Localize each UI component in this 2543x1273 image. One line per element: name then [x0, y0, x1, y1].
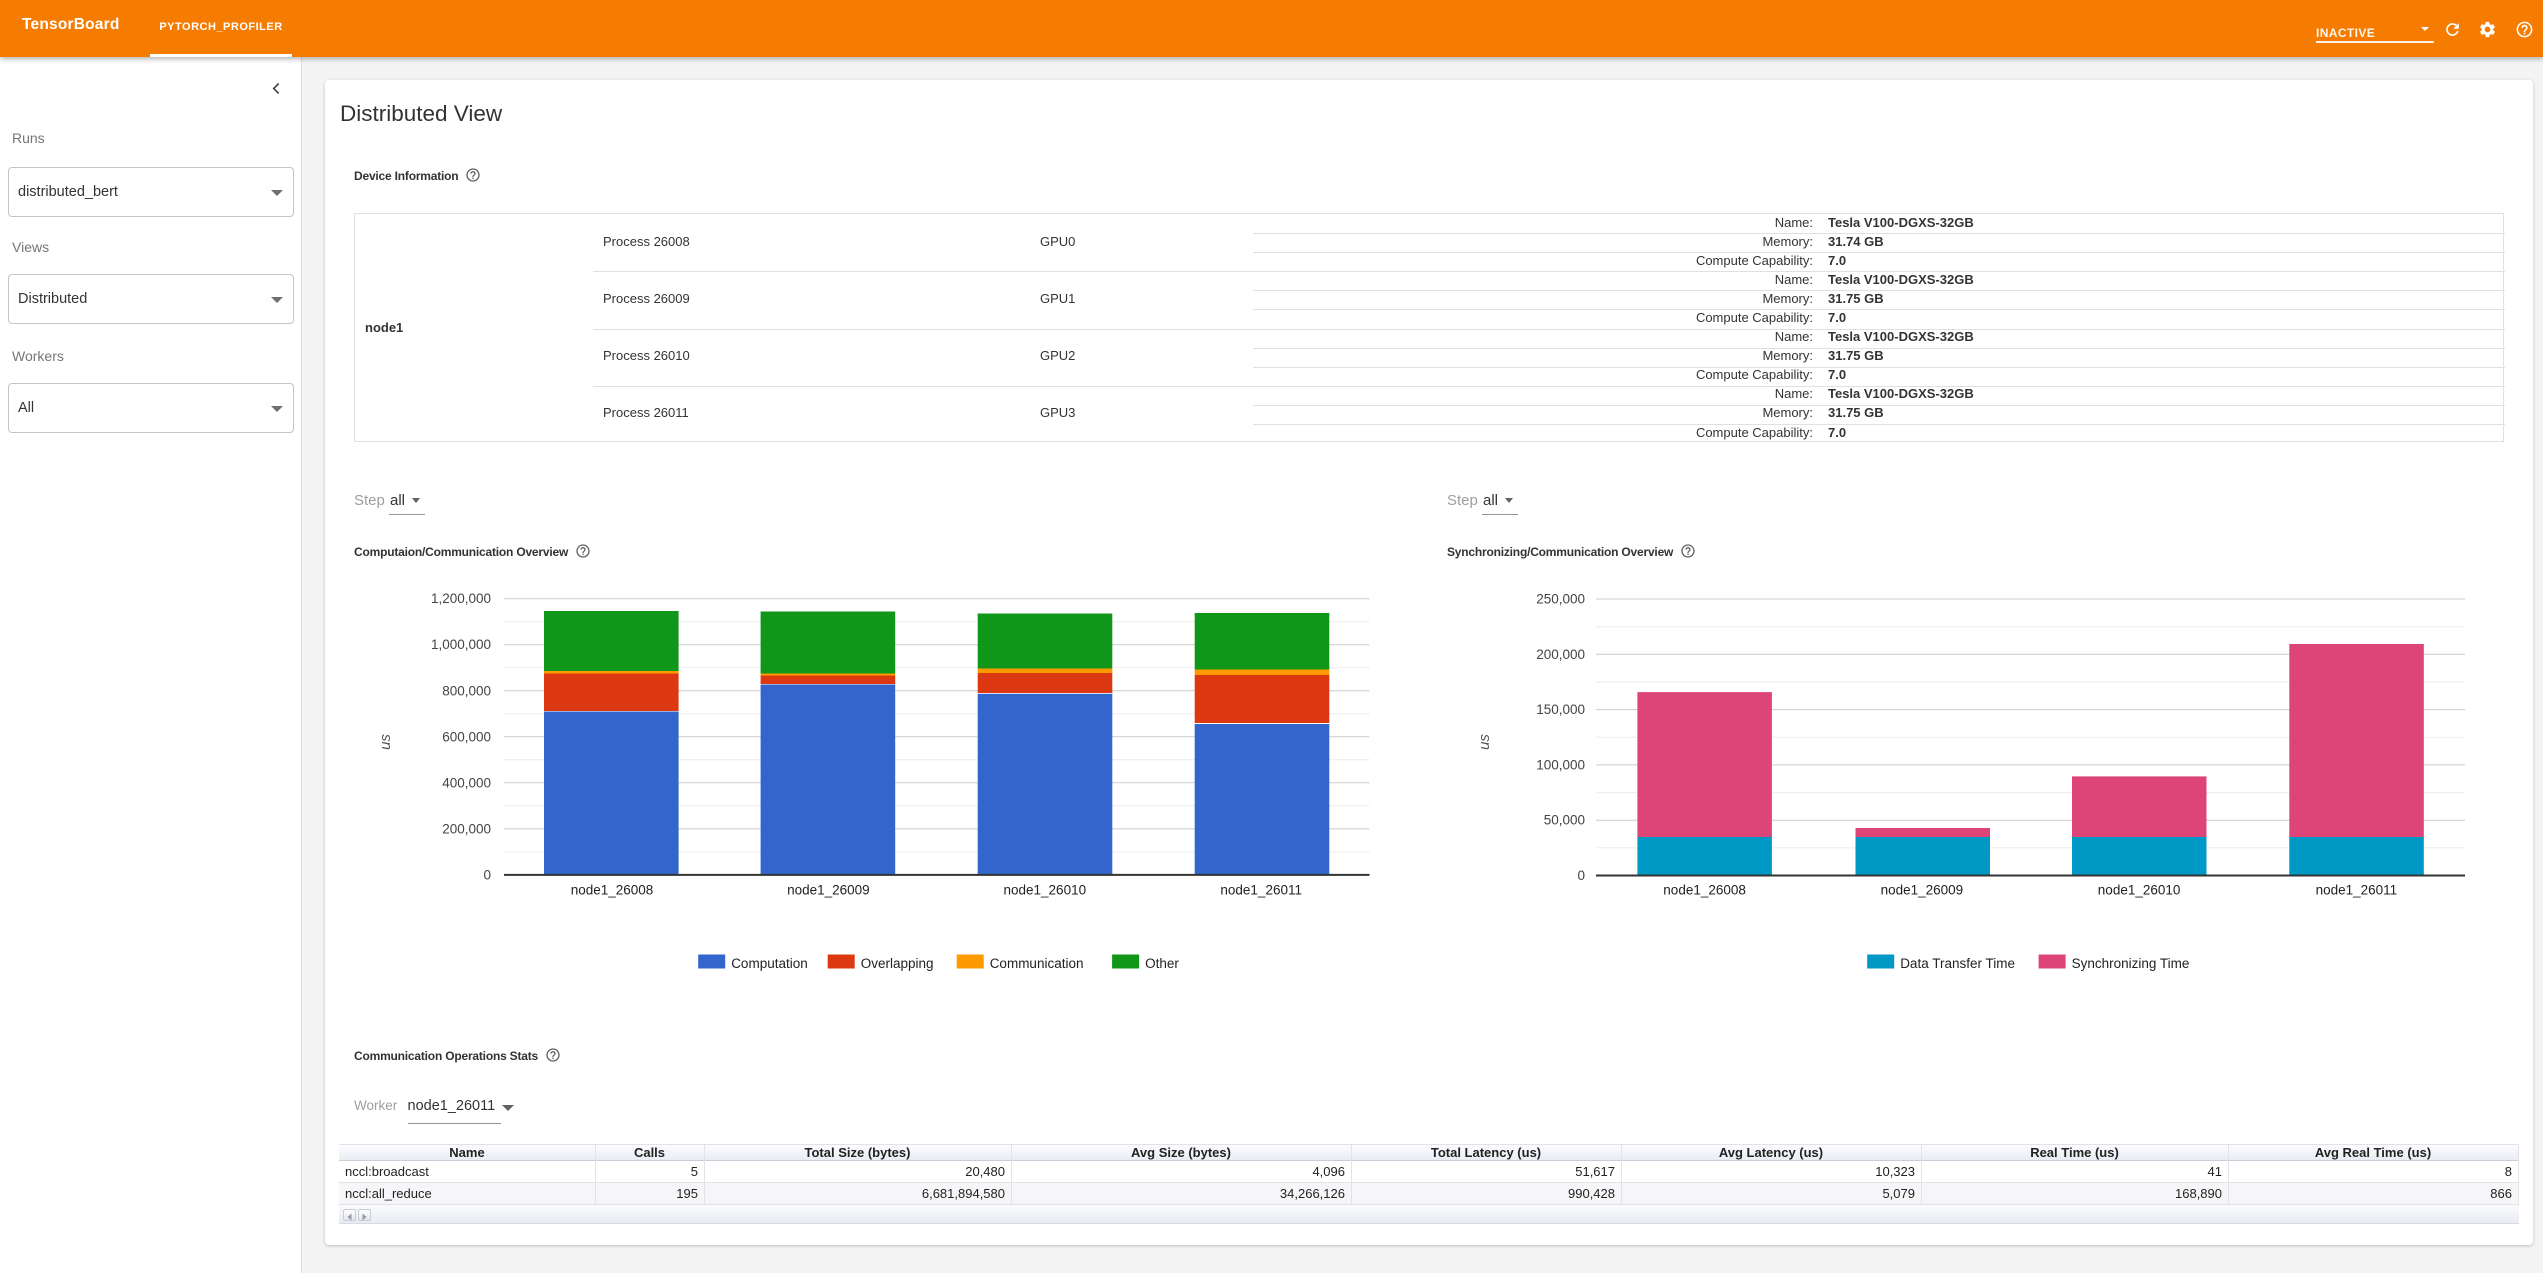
svg-text:250,000: 250,000 [1536, 592, 1585, 607]
svg-text:Other: Other [1145, 956, 1179, 971]
svg-text:800,000: 800,000 [442, 683, 491, 698]
svg-text:150,000: 150,000 [1536, 702, 1585, 717]
svg-text:node1_26008: node1_26008 [571, 883, 654, 898]
svg-text:us: us [377, 734, 394, 750]
svg-text:100,000: 100,000 [1536, 757, 1585, 772]
svg-text:200,000: 200,000 [442, 821, 491, 836]
svg-text:600,000: 600,000 [442, 729, 491, 744]
svg-text:1,200,000: 1,200,000 [431, 591, 491, 606]
svg-text:1,000,000: 1,000,000 [431, 637, 491, 652]
svg-text:node1_26010: node1_26010 [1004, 883, 1087, 898]
svg-text:Communication: Communication [990, 956, 1084, 971]
svg-text:us: us [1476, 734, 1493, 750]
svg-text:node1_26009: node1_26009 [1881, 883, 1964, 898]
svg-text:0: 0 [1577, 868, 1585, 883]
svg-text:400,000: 400,000 [442, 775, 491, 790]
svg-text:Synchronizing Time: Synchronizing Time [2072, 956, 2190, 971]
svg-text:200,000: 200,000 [1536, 647, 1585, 662]
svg-text:Data Transfer Time: Data Transfer Time [1900, 956, 2015, 971]
svg-text:node1_26011: node1_26011 [1220, 883, 1302, 898]
svg-text:0: 0 [483, 867, 491, 882]
svg-text:node1_26011: node1_26011 [2316, 883, 2398, 898]
svg-text:node1_26009: node1_26009 [787, 883, 870, 898]
svg-text:node1_26008: node1_26008 [1663, 883, 1746, 898]
svg-text:Overlapping: Overlapping [861, 956, 934, 971]
svg-text:node1_26010: node1_26010 [2098, 883, 2181, 898]
svg-text:Computation: Computation [731, 956, 808, 971]
svg-text:50,000: 50,000 [1544, 813, 1585, 828]
